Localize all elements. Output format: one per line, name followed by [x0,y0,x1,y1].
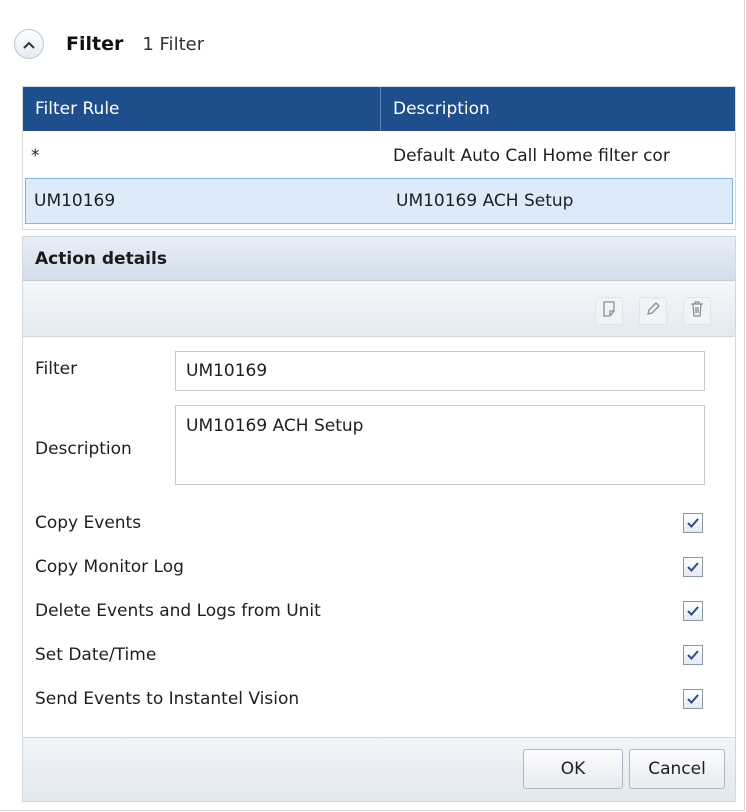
action-toolbar [23,281,735,337]
filter-table: Filter Rule Description * Default Auto C… [22,86,736,230]
option-copy-monitor-log: Copy Monitor Log [35,549,715,585]
checkmark-icon [687,606,699,616]
cell-filter-rule: UM10169 [34,191,116,211]
checkmark-icon [687,518,699,528]
edit-button[interactable] [639,297,667,325]
description-label: Description [35,439,132,459]
ok-button[interactable]: OK [523,749,623,789]
filter-label: Filter [35,359,78,379]
option-label: Delete Events and Logs from Unit [35,601,321,621]
option-copy-events: Copy Events [35,505,715,541]
delete-icon [690,301,704,321]
option-label: Send Events to Instantel Vision [35,689,300,709]
cancel-button[interactable]: Cancel [629,749,725,789]
filter-title: Filter [66,33,124,55]
filter-window: Filter 1 Filter Filter Rule Description … [0,0,745,811]
table-header: Filter Rule Description [23,87,735,131]
table-row-selected[interactable]: UM10169 UM10169 ACH Setup [25,178,733,224]
set-date-time-checkbox[interactable] [683,645,703,665]
edit-icon [645,301,661,321]
checkmark-icon [687,694,699,704]
option-label: Set Date/Time [35,645,157,665]
checkmark-icon [687,562,699,572]
delete-events-logs-checkbox[interactable] [683,601,703,621]
action-details-panel: Action details Filter UM10169 Descriptio… [22,236,736,802]
table-row[interactable]: * Default Auto Call Home filter cor [23,133,735,179]
option-label: Copy Events [35,513,142,533]
column-header-description[interactable]: Description [381,87,735,131]
option-label: Copy Monitor Log [35,557,184,577]
option-set-date-time: Set Date/Time [35,637,715,673]
description-field[interactable]: UM10169 ACH Setup [175,405,705,485]
collapse-button[interactable] [14,29,44,59]
filter-count: 1 Filter [142,33,205,55]
filter-header: Filter 1 Filter [14,26,204,62]
filter-field-value: UM10169 [186,361,268,381]
cell-filter-rule: * [31,146,40,166]
column-header-filter-rule[interactable]: Filter Rule [23,87,381,131]
copy-events-checkbox[interactable] [683,513,703,533]
cell-description: Default Auto Call Home filter cor [393,146,670,166]
copy-monitor-log-checkbox[interactable] [683,557,703,577]
cell-description: UM10169 ACH Setup [396,191,574,211]
new-icon [602,301,616,321]
option-send-events-vision: Send Events to Instantel Vision [35,681,715,717]
action-details-title: Action details [23,237,735,281]
filter-field[interactable]: UM10169 [175,351,705,391]
description-field-value: UM10169 ACH Setup [186,416,364,436]
checkmark-icon [687,650,699,660]
delete-button[interactable] [683,297,711,325]
chevron-up-icon [22,35,36,54]
send-events-vision-checkbox[interactable] [683,689,703,709]
option-delete-events-logs: Delete Events and Logs from Unit [35,593,715,629]
new-button[interactable] [595,297,623,325]
dialog-footer: OK Cancel [23,737,735,801]
